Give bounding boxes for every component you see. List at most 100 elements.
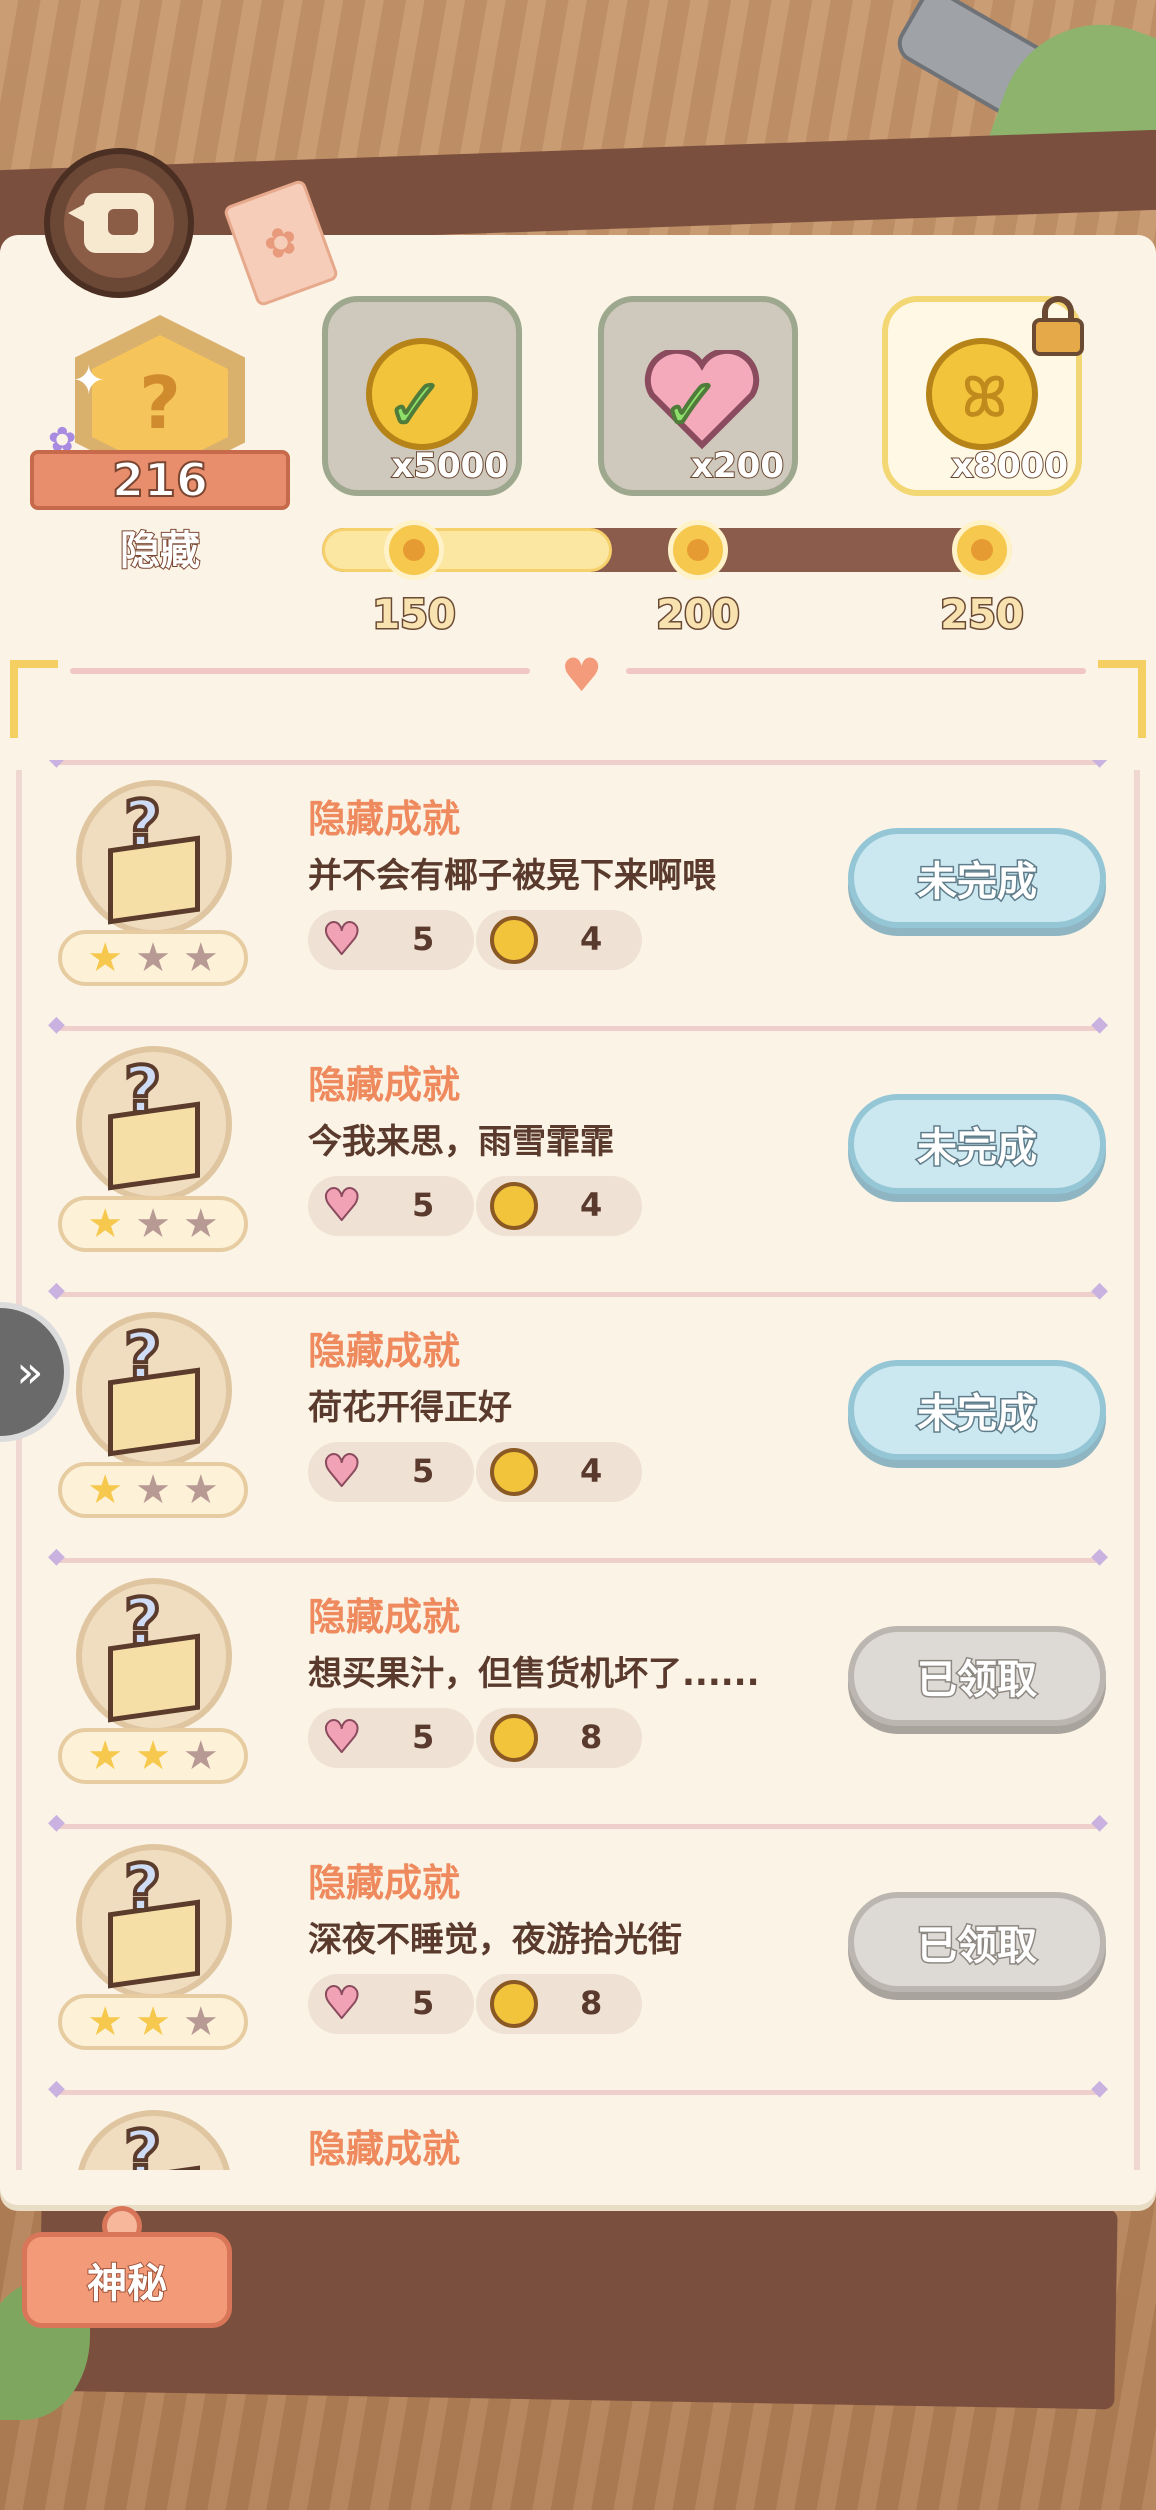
- check-icon: ✓: [384, 362, 447, 448]
- heart-reward: ♥ 5: [308, 910, 474, 970]
- achievement-title: 隐藏成就: [308, 1595, 461, 1639]
- reward-qty: x5000: [390, 445, 509, 487]
- star-icon: ★: [87, 1201, 124, 1247]
- heart-reward: ♥ 5: [308, 1708, 474, 1768]
- side-border: [16, 770, 22, 2170]
- coin-amount: 8: [580, 1984, 603, 2022]
- coin-icon: [490, 916, 538, 964]
- heart-ornament-icon: ♥: [561, 648, 603, 702]
- star-icon: ★: [135, 1467, 171, 1513]
- achievement-row: ? ★ ★ ★ 隐藏成就 荷花开得正好 ♥ 5 4 未完成: [30, 1278, 1126, 1558]
- achievement-title: 隐藏成就: [308, 1063, 461, 1107]
- reward-coin-5000[interactable]: ✓ x5000: [322, 296, 522, 496]
- heart-amount: 5: [412, 1186, 435, 1224]
- hidden-label: 隐藏: [119, 527, 201, 575]
- star-rating: ★ ★ ★: [58, 1462, 248, 1518]
- milestone-label: 150: [371, 591, 458, 640]
- hidden-achievement-icon: ? ★ ★ ★: [58, 1046, 248, 1256]
- achievement-row: ? ★ ★ ★ 隐藏成就 今我来思，雨雪霏霏 ♥ 5 4 未完成: [30, 1012, 1126, 1292]
- star-rating: ★ ★ ★: [58, 930, 248, 986]
- milestone-node: [952, 520, 1012, 580]
- star-rating: ★ ★ ★: [58, 1994, 248, 2050]
- mystery-tab-button[interactable]: 神秘: [22, 2232, 232, 2328]
- coin-amount: 4: [580, 1452, 603, 1490]
- achievement-desc: 荷花开得正好: [308, 1388, 512, 1428]
- progress-fill: [322, 528, 612, 572]
- status-button[interactable]: 未完成: [848, 1094, 1106, 1194]
- coin-icon: [490, 1448, 538, 1496]
- achievement-title: 隐藏成就: [308, 1329, 461, 1373]
- achievement-desc: 深夜不睡觉，夜游拾光街: [308, 1920, 682, 1960]
- coin-icon: [490, 1980, 538, 2028]
- hidden-achievement-icon: ? ★ ★ ★: [58, 1578, 248, 1788]
- milestone-node: [384, 520, 444, 580]
- heart-amount: 5: [412, 1984, 435, 2022]
- star-icon: ★: [182, 1201, 219, 1247]
- heart-reward: ♥ 5: [308, 1974, 474, 2034]
- coin-reward: 8: [476, 1708, 642, 1768]
- back-button[interactable]: [44, 148, 194, 298]
- coin-reward: 4: [476, 1176, 642, 1236]
- coin-icon: [490, 1182, 538, 1230]
- status-button[interactable]: 未完成: [848, 828, 1106, 928]
- heart-amount: 5: [412, 920, 435, 958]
- side-border: [1134, 770, 1140, 2170]
- heart-icon: ♥: [321, 1712, 362, 1763]
- hidden-achievement-badge: ? ✦ ✿ 216 隐藏: [30, 310, 290, 580]
- star-icon: ★: [135, 935, 171, 981]
- heart-reward: ♥ 5: [308, 1176, 474, 1236]
- star-icon: ★: [182, 1733, 219, 1779]
- coin-icon: [490, 1714, 538, 1762]
- achievement-title: 隐藏成就: [308, 1861, 461, 1905]
- star-rating: ★ ★ ★: [58, 1728, 248, 1784]
- achievement-desc: 并不会有椰子被晃下来啊喂: [308, 856, 716, 896]
- heart-icon: ♥: [321, 1180, 362, 1231]
- coin-amount: 8: [580, 1718, 603, 1756]
- star-icon: ★: [182, 935, 219, 981]
- star-icon: ★: [87, 1467, 124, 1513]
- achievement-list[interactable]: ? ★ ★ ★ 隐藏成就 并不会有椰子被晃下来啊喂 ♥ 5 4 未完成 ? ★ …: [30, 760, 1126, 2170]
- star-icon: ★: [135, 1201, 171, 1247]
- sparkle-icon: ✦: [72, 358, 106, 404]
- achievement-row: ? ★ ★ ★ 隐藏成就 深夜不睡觉，夜游拾光街 ♥ 5 8 已领取: [30, 1810, 1126, 2090]
- star-icon: ★: [87, 1733, 124, 1779]
- achievement-desc: 想买果汁，但售货机坏了......: [308, 1654, 760, 1694]
- achievement-row: ? ★ ★ ★ 隐藏成就 想买果汁，但售货机坏了...... ♥ 5 8 已领取: [30, 1544, 1126, 1824]
- star-icon: ★: [87, 935, 124, 981]
- check-icon: ✓: [660, 362, 723, 448]
- coin-amount: 4: [580, 1186, 603, 1224]
- status-button[interactable]: 已领取: [848, 1892, 1106, 1992]
- milestone-label: 250: [939, 591, 1026, 640]
- achievement-row: ? 隐藏成就: [30, 2076, 1126, 2170]
- hidden-achievement-icon: ?: [58, 2110, 248, 2170]
- reward-qty: x200: [690, 445, 785, 487]
- star-icon: ★: [135, 1999, 171, 2045]
- reward-qty: x8000: [950, 445, 1069, 487]
- star-icon: ★: [182, 1467, 219, 1513]
- coin-reward: 8: [476, 1974, 642, 2034]
- heart-amount: 5: [412, 1718, 435, 1756]
- star-icon: ★: [87, 1999, 124, 2045]
- double-chevron-right-icon: »: [16, 1346, 44, 1398]
- reward-heart-200[interactable]: ✓ x200: [598, 296, 798, 496]
- status-button[interactable]: 未完成: [848, 1360, 1106, 1460]
- heart-icon: ♥: [321, 1446, 362, 1497]
- heart-reward: ♥ 5: [308, 1442, 474, 1502]
- lock-icon: [1032, 296, 1084, 356]
- achievement-title: 隐藏成就: [308, 2127, 461, 2170]
- milestone-node: [668, 520, 728, 580]
- coin-amount: 4: [580, 920, 603, 958]
- divider-ornament: ♥: [10, 640, 1146, 740]
- hidden-achievement-icon: ? ★ ★ ★: [58, 780, 248, 990]
- milestone-label: 200: [655, 591, 742, 640]
- hidden-count: 216: [30, 450, 290, 510]
- star-rating: ★ ★ ★: [58, 1196, 248, 1252]
- star-icon: ★: [182, 1999, 219, 2045]
- achievement-row: ? ★ ★ ★ 隐藏成就 并不会有椰子被晃下来啊喂 ♥ 5 4 未完成: [30, 760, 1126, 1026]
- coin-reward: 4: [476, 1442, 642, 1502]
- heart-icon: ♥: [321, 1978, 362, 2029]
- status-button[interactable]: 已领取: [848, 1626, 1106, 1726]
- coin-reward: 4: [476, 910, 642, 970]
- heart-icon: ♥: [321, 914, 362, 965]
- star-icon: ★: [135, 1733, 171, 1779]
